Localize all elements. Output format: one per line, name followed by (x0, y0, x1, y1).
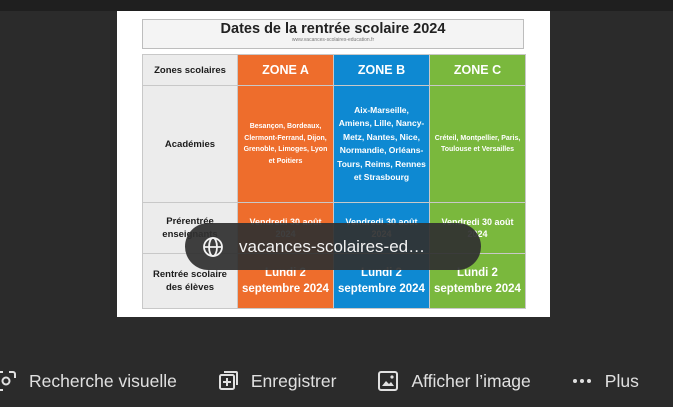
image-title-box: Dates de la rentrée scolaire 2024 www.va… (142, 19, 524, 49)
view-image-button[interactable]: Afficher l’image (377, 360, 531, 402)
row-label-academies: Académies (142, 85, 238, 203)
more-label: Plus (604, 370, 639, 391)
source-link-chip[interactable]: vacances-scolaires-ed… (185, 223, 481, 270)
bookmark-add-icon (217, 370, 239, 392)
globe-icon (201, 235, 225, 259)
action-bar: Recherche visuelle Enregistrer Afficher … (0, 360, 673, 402)
zone-c-header: ZONE C (429, 54, 526, 86)
image-preview[interactable]: Dates de la rentrée scolaire 2024 www.va… (117, 11, 550, 317)
zone-c-academies: Créteil, Montpellier, Paris, Toulouse et… (429, 85, 526, 203)
visual-search-button[interactable]: Recherche visuelle (0, 360, 177, 402)
top-bar (0, 0, 673, 11)
zone-a-academies: Besançon, Bordeaux, Clermont-Ferrand, Di… (237, 85, 334, 203)
zone-b-header: ZONE B (333, 54, 430, 86)
rentree-table: Zones scolaires ZONE A ZONE B ZONE C Aca… (142, 54, 526, 309)
table-row: Zones scolaires ZONE A ZONE B ZONE C (142, 54, 526, 86)
visual-search-label: Recherche visuelle (29, 370, 177, 391)
zone-b-academies: Aix-Marseille, Amiens, Lille, Nancy-Metz… (333, 85, 430, 203)
row-label-zones: Zones scolaires (142, 54, 238, 86)
zone-a-header: ZONE A (237, 54, 334, 86)
view-image-label: Afficher l’image (411, 370, 531, 391)
save-label: Enregistrer (250, 370, 337, 391)
image-source-url: www.vacances-scolaires-education.fr (291, 37, 375, 43)
table-row: Académies Besançon, Bordeaux, Clermont-F… (142, 85, 526, 203)
more-horiz-icon (571, 370, 593, 392)
save-button[interactable]: Enregistrer (217, 360, 337, 402)
lens-icon (0, 370, 17, 392)
more-button[interactable]: Plus (571, 360, 639, 402)
image-title: Dates de la rentrée scolaire 2024 (220, 21, 446, 37)
image-icon (377, 370, 399, 392)
source-link-label: vacances-scolaires-ed… (239, 236, 426, 256)
